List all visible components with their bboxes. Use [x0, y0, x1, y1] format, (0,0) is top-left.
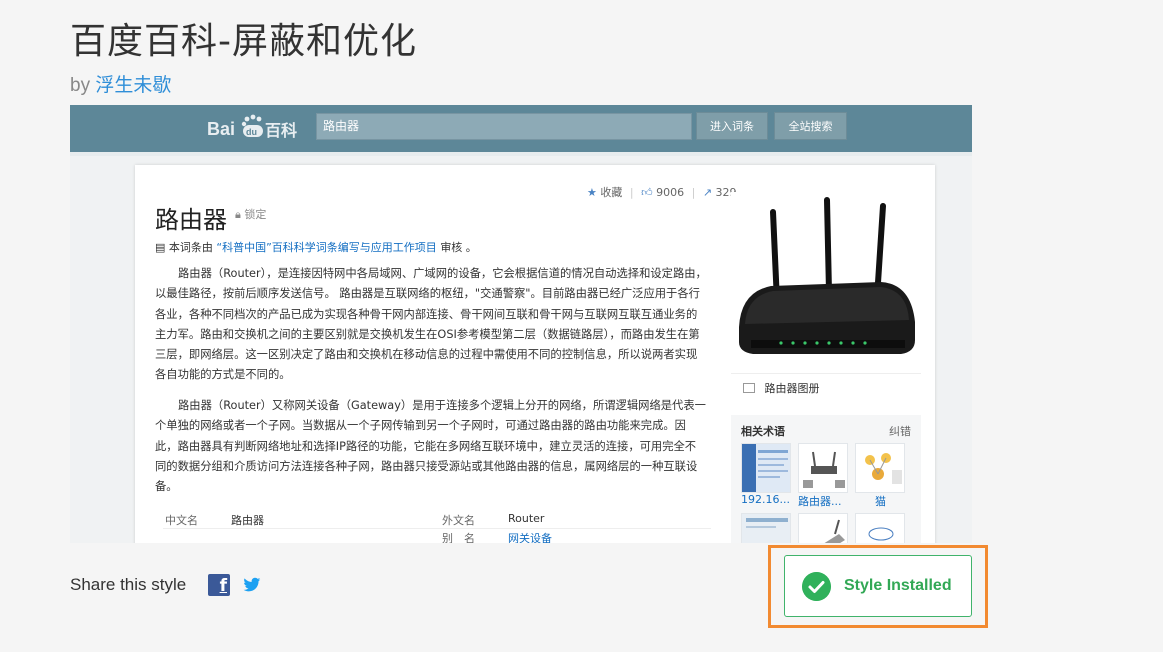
twitter-share-icon[interactable]: [243, 577, 261, 593]
related-terms-panel: 相关术语 纠错 192.16... 路由器... 猫: [731, 415, 921, 543]
style-title: 百度百科-屏蔽和优化: [70, 21, 417, 62]
stats-divider: |: [629, 186, 634, 199]
related-caption: 猫: [875, 495, 886, 508]
enter-entry-button: 进入词条: [696, 112, 768, 140]
info-value: 网关设备: [508, 532, 552, 543]
site-search-button: 全站搜索: [774, 112, 847, 140]
style-installed-label: Style Installed: [844, 577, 952, 594]
article-stats: ★ 收藏 | 👍︎ 9006 | ↗ 329: [587, 184, 737, 200]
svg-text:Bai: Bai: [207, 119, 235, 139]
related-caption: 路由器...: [798, 495, 842, 508]
share-label: Share this style: [70, 575, 187, 594]
star-icon: ★: [587, 186, 597, 199]
svg-text:百科: 百科: [265, 121, 297, 140]
thumbs-up-icon: 👍︎: [641, 186, 653, 199]
source-suffix: 审核 。: [440, 241, 477, 254]
info-key: 外文名: [442, 514, 475, 527]
facebook-share-icon[interactable]: f: [208, 574, 230, 596]
info-value: Router: [508, 512, 545, 525]
baidu-baike-logo: Bai du 百科: [207, 114, 297, 140]
related-thumb: [741, 513, 791, 543]
lock-text: 锁定: [244, 208, 267, 221]
svg-text:du: du: [246, 127, 257, 137]
router-image: [731, 192, 921, 367]
by-label: by: [70, 75, 91, 96]
stats-divider: |: [691, 186, 696, 199]
related-title: 相关术语: [741, 425, 785, 438]
favorite-label: 收藏: [600, 186, 623, 199]
lemma-title: 路由器: [155, 206, 227, 234]
baike-search-input: 路由器: [316, 113, 692, 140]
style-installed-button[interactable]: Style Installed: [784, 555, 972, 617]
style-preview-screenshot: Bai du 百科 路由器 进入词条 全站搜索 ★ 收藏 | 👍︎ 9006 |…: [70, 105, 972, 543]
related-thumb-router: [798, 443, 848, 493]
author-link[interactable]: 浮生未歇: [95, 75, 171, 96]
image-album-link: 路由器图册: [731, 373, 921, 403]
baike-top-strip: [70, 152, 972, 156]
album-label: 路由器图册: [764, 382, 820, 395]
author-line: by 浮生未歇: [70, 70, 171, 97]
related-thumb: [855, 513, 905, 543]
related-correct: 纠错: [889, 425, 911, 438]
info-value: 路由器: [231, 514, 264, 527]
source-link: “科普中国”百科科学词条编写与应用工作项目: [216, 241, 437, 254]
info-key: 中文名: [165, 514, 198, 527]
checkmark-icon: [802, 572, 831, 601]
likes-count: 9006: [656, 186, 685, 199]
document-icon: ▤: [155, 241, 166, 254]
share-icon: ↗: [702, 186, 713, 199]
related-thumb-ip: [741, 443, 791, 493]
source-note: ▤ 本词条由 “科普中国”百科科学词条编写与应用工作项目 审核 。: [155, 239, 477, 255]
related-caption: 192.16...: [741, 493, 790, 506]
related-thumb-modem: [855, 443, 905, 493]
info-key: 别 名: [442, 532, 475, 543]
source-prefix: 本词条由: [168, 241, 213, 254]
baike-article-card: ★ 收藏 | 👍︎ 9006 | ↗ 329 路由器 🔒︎ 锁定 ▤ 本词条由 …: [135, 165, 935, 543]
related-thumb: [798, 513, 848, 543]
lock-icon: 🔒︎: [235, 208, 241, 221]
article-paragraph-2: 路由器（Router）又称网关设备（Gateway）是用于连接多个逻辑上分开的网…: [155, 399, 706, 494]
album-icon: [743, 383, 755, 393]
article-paragraph-1: 路由器（Router），是连接因特网中各局域网、广域网的设备，它会根据信道的情况…: [155, 267, 707, 382]
lock-label: 🔒︎ 锁定: [235, 206, 266, 222]
info-divider: [163, 528, 711, 529]
